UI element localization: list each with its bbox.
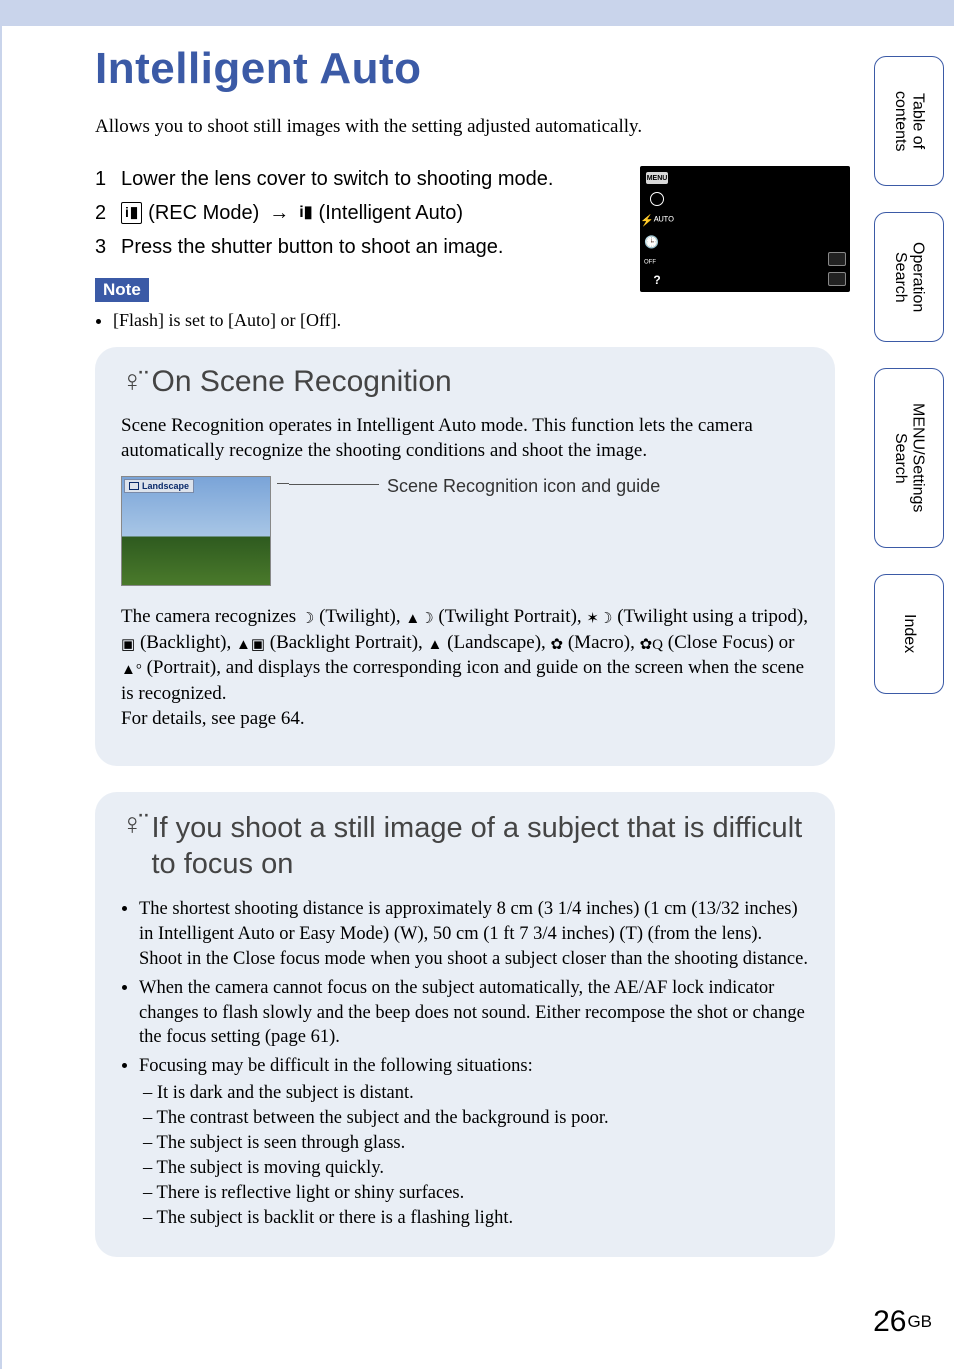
tab-index-label: Index bbox=[900, 614, 918, 653]
menu-chip: MENU bbox=[646, 172, 668, 184]
camera-lcd-preview: MENU ⚡ᴬᵁᵀᴼ 🕒OFF ? bbox=[640, 166, 850, 292]
tab-menu-settings-search[interactable]: MENU/Settings Search bbox=[874, 368, 944, 548]
top-decor-band bbox=[0, 0, 954, 26]
page-content: Intelligent Auto Allows you to shoot sti… bbox=[95, 26, 835, 1283]
mode-indicator-icon bbox=[828, 252, 846, 266]
twilight-tripod-icon: ✶☽ bbox=[586, 609, 612, 629]
page-number: 26GB bbox=[873, 1305, 932, 1339]
tip-lightbulb-icon: ♀̈ bbox=[121, 367, 144, 397]
panel2-s5: – There is reflective light or shiny sur… bbox=[139, 1181, 809, 1206]
step-2-number: 2 bbox=[95, 196, 121, 230]
portrait-icon: ▲° bbox=[121, 660, 142, 680]
caption-text: Scene Recognition icon and guide bbox=[387, 476, 660, 497]
panel1-title: On Scene Recognition bbox=[152, 365, 452, 399]
twilight-icon: ☽ bbox=[301, 609, 314, 629]
rec-mode-boxed-icon: i▮ bbox=[121, 202, 142, 224]
step-1-number: 1 bbox=[95, 162, 121, 196]
close-focus-icon: ✿Q bbox=[640, 635, 663, 655]
panel2-b3: Focusing may be difficult in the followi… bbox=[139, 1054, 809, 1231]
twilight-portrait-icon: ▲☽ bbox=[405, 609, 433, 629]
tab-table-of-contents[interactable]: Table of contents bbox=[874, 56, 944, 186]
scene-recognition-desc: The camera recognizes ☽ (Twilight), ▲☽ (… bbox=[121, 604, 809, 732]
thumb-label: Landscape bbox=[142, 481, 189, 491]
panel1-details: For details, see page 64. bbox=[121, 708, 305, 729]
note-badge: Note bbox=[95, 278, 149, 302]
backlight-icon: ▣ bbox=[121, 635, 135, 655]
help-icon: ? bbox=[653, 273, 660, 287]
panel2-s2: – The contrast between the subject and t… bbox=[139, 1106, 809, 1131]
playback-indicator-icon bbox=[828, 272, 846, 286]
leader-line bbox=[289, 484, 379, 494]
panel2-b1: The shortest shooting distance is approx… bbox=[139, 897, 809, 972]
panel2-s3: – The subject is seen through glass. bbox=[139, 1131, 809, 1156]
page-title: Intelligent Auto bbox=[95, 44, 835, 94]
left-decor-strip bbox=[0, 0, 2, 1369]
panel2-b2: When the camera cannot focus on the subj… bbox=[139, 976, 809, 1051]
self-timer-icon: 🕒OFF bbox=[644, 235, 670, 265]
panel-scene-recognition: ♀̈ On Scene Recognition Scene Recognitio… bbox=[95, 347, 835, 766]
flash-auto-icon: ⚡ᴬᵁᵀᴼ bbox=[640, 214, 674, 227]
step-2-rec-label: (REC Mode) bbox=[148, 196, 259, 230]
tab-toc-label: Table of contents bbox=[891, 67, 926, 175]
landscape-icon: ▲ bbox=[428, 635, 443, 655]
tab-index[interactable]: Index bbox=[874, 574, 944, 694]
step-3-text: Press the shutter button to shoot an ima… bbox=[121, 230, 503, 264]
step-2-intelligent-label: (Intelligent Auto) bbox=[319, 196, 464, 230]
intro-text: Allows you to shoot still images with th… bbox=[95, 114, 835, 140]
tab-menu-label: MENU/Settings Search bbox=[891, 379, 926, 537]
panel-focus-tips: ♀̈ If you shoot a still image of a subje… bbox=[95, 792, 835, 1257]
note-item-1: [Flash] is set to [Auto] or [Off]. bbox=[113, 310, 835, 331]
side-tab-group: Table of contents Operation Search MENU/… bbox=[874, 56, 944, 694]
scene-example-thumb: Landscape bbox=[121, 476, 271, 586]
panel2-s6: – The subject is backlit or there is a f… bbox=[139, 1206, 809, 1231]
tab-operation-search[interactable]: Operation Search bbox=[874, 212, 944, 342]
tip-lightbulb-icon-2: ♀̈ bbox=[121, 810, 144, 840]
smile-icon bbox=[650, 192, 664, 206]
arrow-right-icon: → bbox=[269, 196, 289, 230]
intelligent-auto-icon: i▮ bbox=[299, 199, 312, 226]
macro-icon: ✿ bbox=[551, 635, 564, 655]
panel1-para: Scene Recognition operates in Intelligen… bbox=[121, 413, 809, 464]
panel2-title: If you shoot a still image of a subject … bbox=[152, 810, 810, 883]
landscape-mini-icon bbox=[129, 482, 139, 490]
step-3-number: 3 bbox=[95, 230, 121, 264]
panel2-s4: – The subject is moving quickly. bbox=[139, 1156, 809, 1181]
panel2-s1: – It is dark and the subject is distant. bbox=[139, 1081, 809, 1106]
tab-op-label: Operation Search bbox=[891, 223, 926, 331]
note-list: [Flash] is set to [Auto] or [Off]. bbox=[95, 310, 835, 331]
step-1-text: Lower the lens cover to switch to shooti… bbox=[121, 162, 553, 196]
backlight-portrait-icon: ▲▣ bbox=[236, 635, 265, 655]
